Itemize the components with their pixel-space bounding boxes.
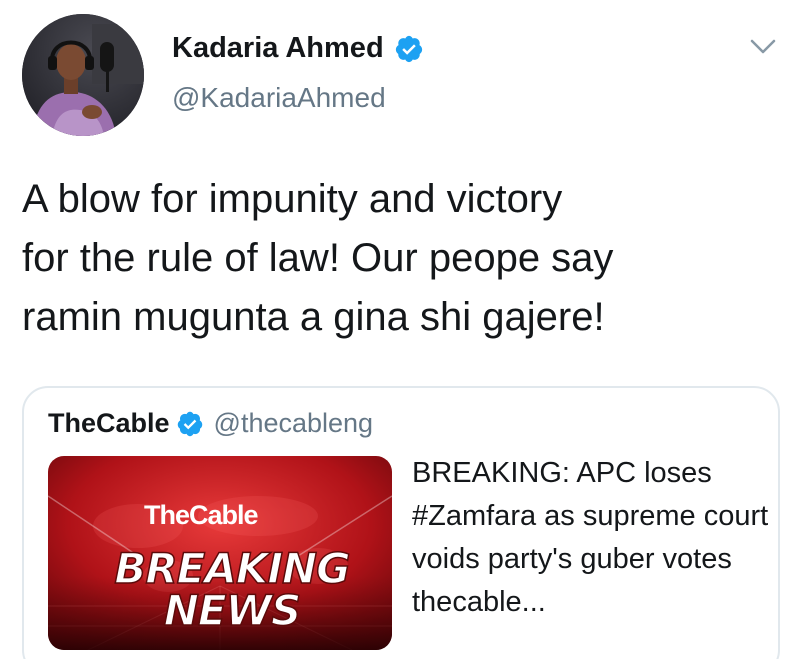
- author-name[interactable]: Kadaria Ahmed: [172, 32, 424, 65]
- chevron-down-icon[interactable]: [746, 32, 780, 60]
- quoted-author-handle[interactable]: @thecableng: [214, 408, 374, 439]
- tweet-text: A blow for impunity and victory for the …: [22, 177, 614, 339]
- media-brand-label: TheCable: [144, 500, 259, 530]
- media-headline-news: NEWS: [163, 586, 302, 635]
- author-name-text[interactable]: Kadaria Ahmed: [172, 32, 384, 65]
- quoted-tweet[interactable]: TheCable @thecableng TheCable BREAKING N…: [22, 386, 780, 659]
- verified-badge-icon: [394, 34, 424, 64]
- quoted-author-name[interactable]: TheCable: [48, 408, 170, 439]
- tweet-card[interactable]: Kadaria Ahmed @KadariaAhmed A blow for i…: [0, 0, 792, 659]
- author-avatar[interactable]: [22, 14, 144, 136]
- author-handle[interactable]: @KadariaAhmed: [172, 82, 386, 114]
- quoted-tweet-media[interactable]: TheCable BREAKING NEWS: [48, 456, 392, 650]
- quoted-tweet-text: BREAKING: APC loses #Zamfara as supreme …: [412, 457, 769, 618]
- quoted-tweet-header: TheCable @thecableng: [48, 408, 373, 439]
- verified-badge-icon: [176, 410, 204, 438]
